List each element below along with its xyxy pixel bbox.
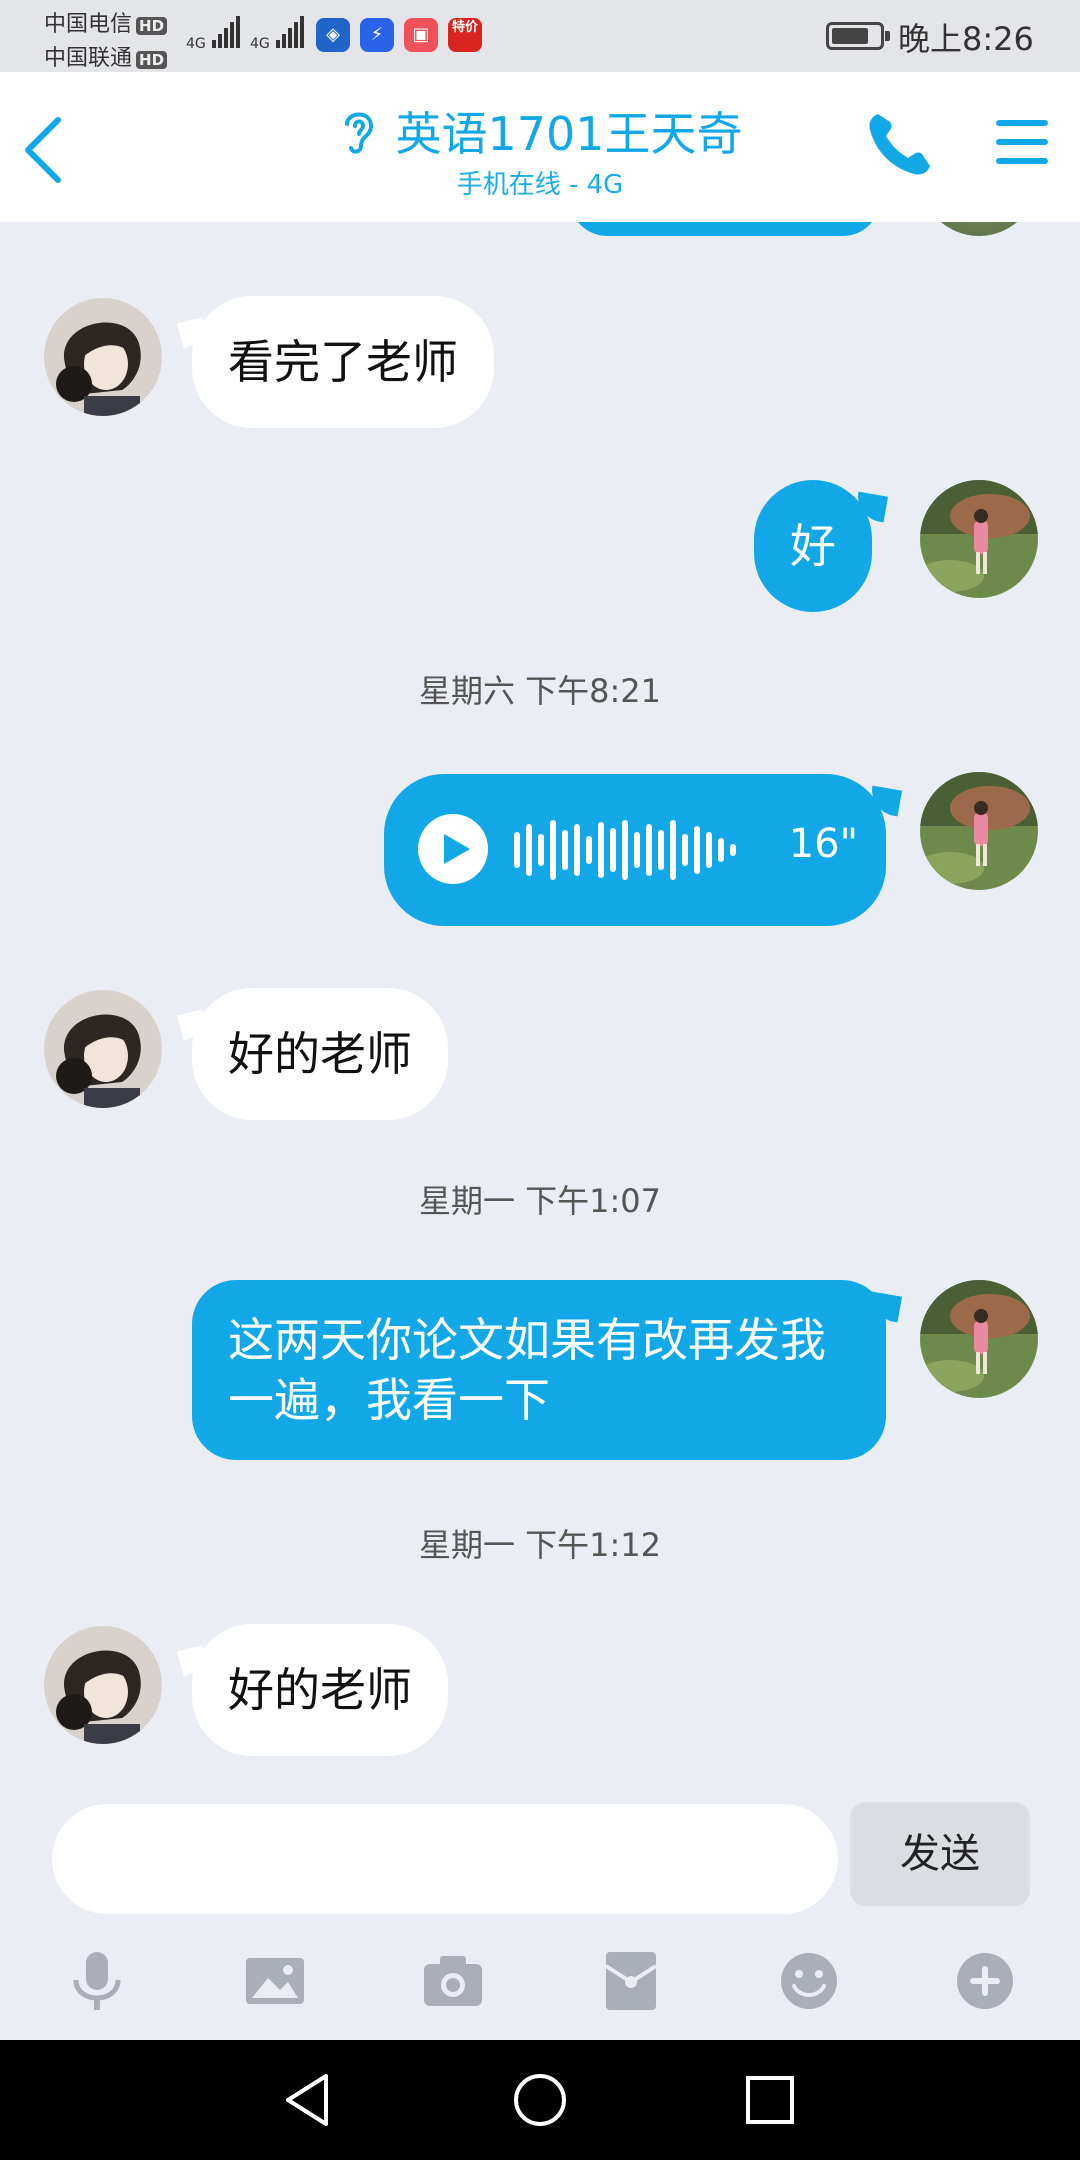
status-bar: 中国电信 HD 中国联通 HD 4G 4G ◈ ⚡ ▣ 特价 晚上8:26 <box>0 0 1080 72</box>
menu-icon[interactable] <box>994 114 1050 170</box>
message-timestamp: 星期一 下午1:07 <box>418 1182 662 1220</box>
contact-avatar[interactable] <box>44 298 162 416</box>
outgoing-message-bubble[interactable]: 好 <box>754 480 872 612</box>
incoming-message-bubble[interactable]: 好的老师 <box>192 1624 448 1756</box>
contact-avatar[interactable] <box>44 1626 162 1744</box>
hd-badge: HD <box>136 17 168 35</box>
incoming-message-bubble[interactable]: 看完了老师 <box>192 296 494 428</box>
clock: 晚上8:26 <box>898 20 1034 58</box>
message-input[interactable] <box>52 1804 838 1914</box>
contact-avatar[interactable] <box>44 990 162 1108</box>
ear-icon[interactable] <box>337 104 381 156</box>
carrier-1: 中国电信 HD <box>44 6 168 38</box>
chat-area[interactable]: 看完了老师 好 星期六 下午8:21 16" 好的老师 星期一 下午1:07 这… <box>0 222 1080 1782</box>
message-timestamp: 星期六 下午8:21 <box>418 672 662 710</box>
signal-icon: 4G <box>186 16 241 52</box>
book-app-icon: ▣ <box>404 18 438 52</box>
bolt-app-icon: ⚡ <box>360 18 394 52</box>
my-avatar[interactable] <box>920 772 1038 890</box>
nav-recents-icon[interactable] <box>738 2068 802 2132</box>
input-bar: 发送 <box>0 1782 1080 2042</box>
voice-message-bubble[interactable]: 16" <box>384 774 886 926</box>
microphone-icon[interactable] <box>64 1948 130 2014</box>
avatar[interactable] <box>920 222 1038 236</box>
voice-duration: 16" <box>788 821 858 867</box>
hd-badge: HD <box>136 51 168 69</box>
emoji-icon[interactable] <box>776 1948 842 2014</box>
nav-home-icon[interactable] <box>508 2068 572 2132</box>
partial-message-bubble <box>570 222 880 236</box>
contact-name: 英语1701王天奇 <box>395 107 743 161</box>
incoming-message-bubble[interactable]: 好的老师 <box>192 988 448 1120</box>
carrier-2: 中国联通 HD <box>44 40 168 72</box>
carrier-1-label: 中国电信 <box>44 12 133 37</box>
outgoing-message-bubble[interactable]: 这两天你论文如果有改再发我一遍，我看一下 <box>192 1280 886 1460</box>
signal-icon: 4G <box>250 16 305 52</box>
message-timestamp: 星期一 下午1:12 <box>418 1526 662 1564</box>
plus-icon[interactable] <box>952 1948 1018 2014</box>
nav-back-icon[interactable] <box>276 2068 340 2132</box>
camera-icon[interactable] <box>420 1948 486 2014</box>
network-type: 4G <box>186 36 206 52</box>
shield-app-icon: ◈ <box>316 18 350 52</box>
network-type: 4G <box>250 36 270 52</box>
system-navigation-bar <box>0 2040 1080 2160</box>
red-packet-icon[interactable] <box>598 1948 664 2014</box>
chat-header: 英语1701王天奇 手机在线 - 4G <box>0 72 1080 222</box>
play-icon[interactable] <box>418 814 488 884</box>
send-button[interactable]: 发送 <box>850 1802 1030 1906</box>
voice-waveform <box>514 820 736 880</box>
my-avatar[interactable] <box>920 1280 1038 1398</box>
battery-icon <box>826 22 890 50</box>
image-icon[interactable] <box>242 1948 308 2014</box>
carrier-2-label: 中国联通 <box>44 46 133 71</box>
phone-call-icon[interactable] <box>864 108 936 180</box>
my-avatar[interactable] <box>920 480 1038 598</box>
sale-app-icon: 特价 <box>448 18 482 52</box>
